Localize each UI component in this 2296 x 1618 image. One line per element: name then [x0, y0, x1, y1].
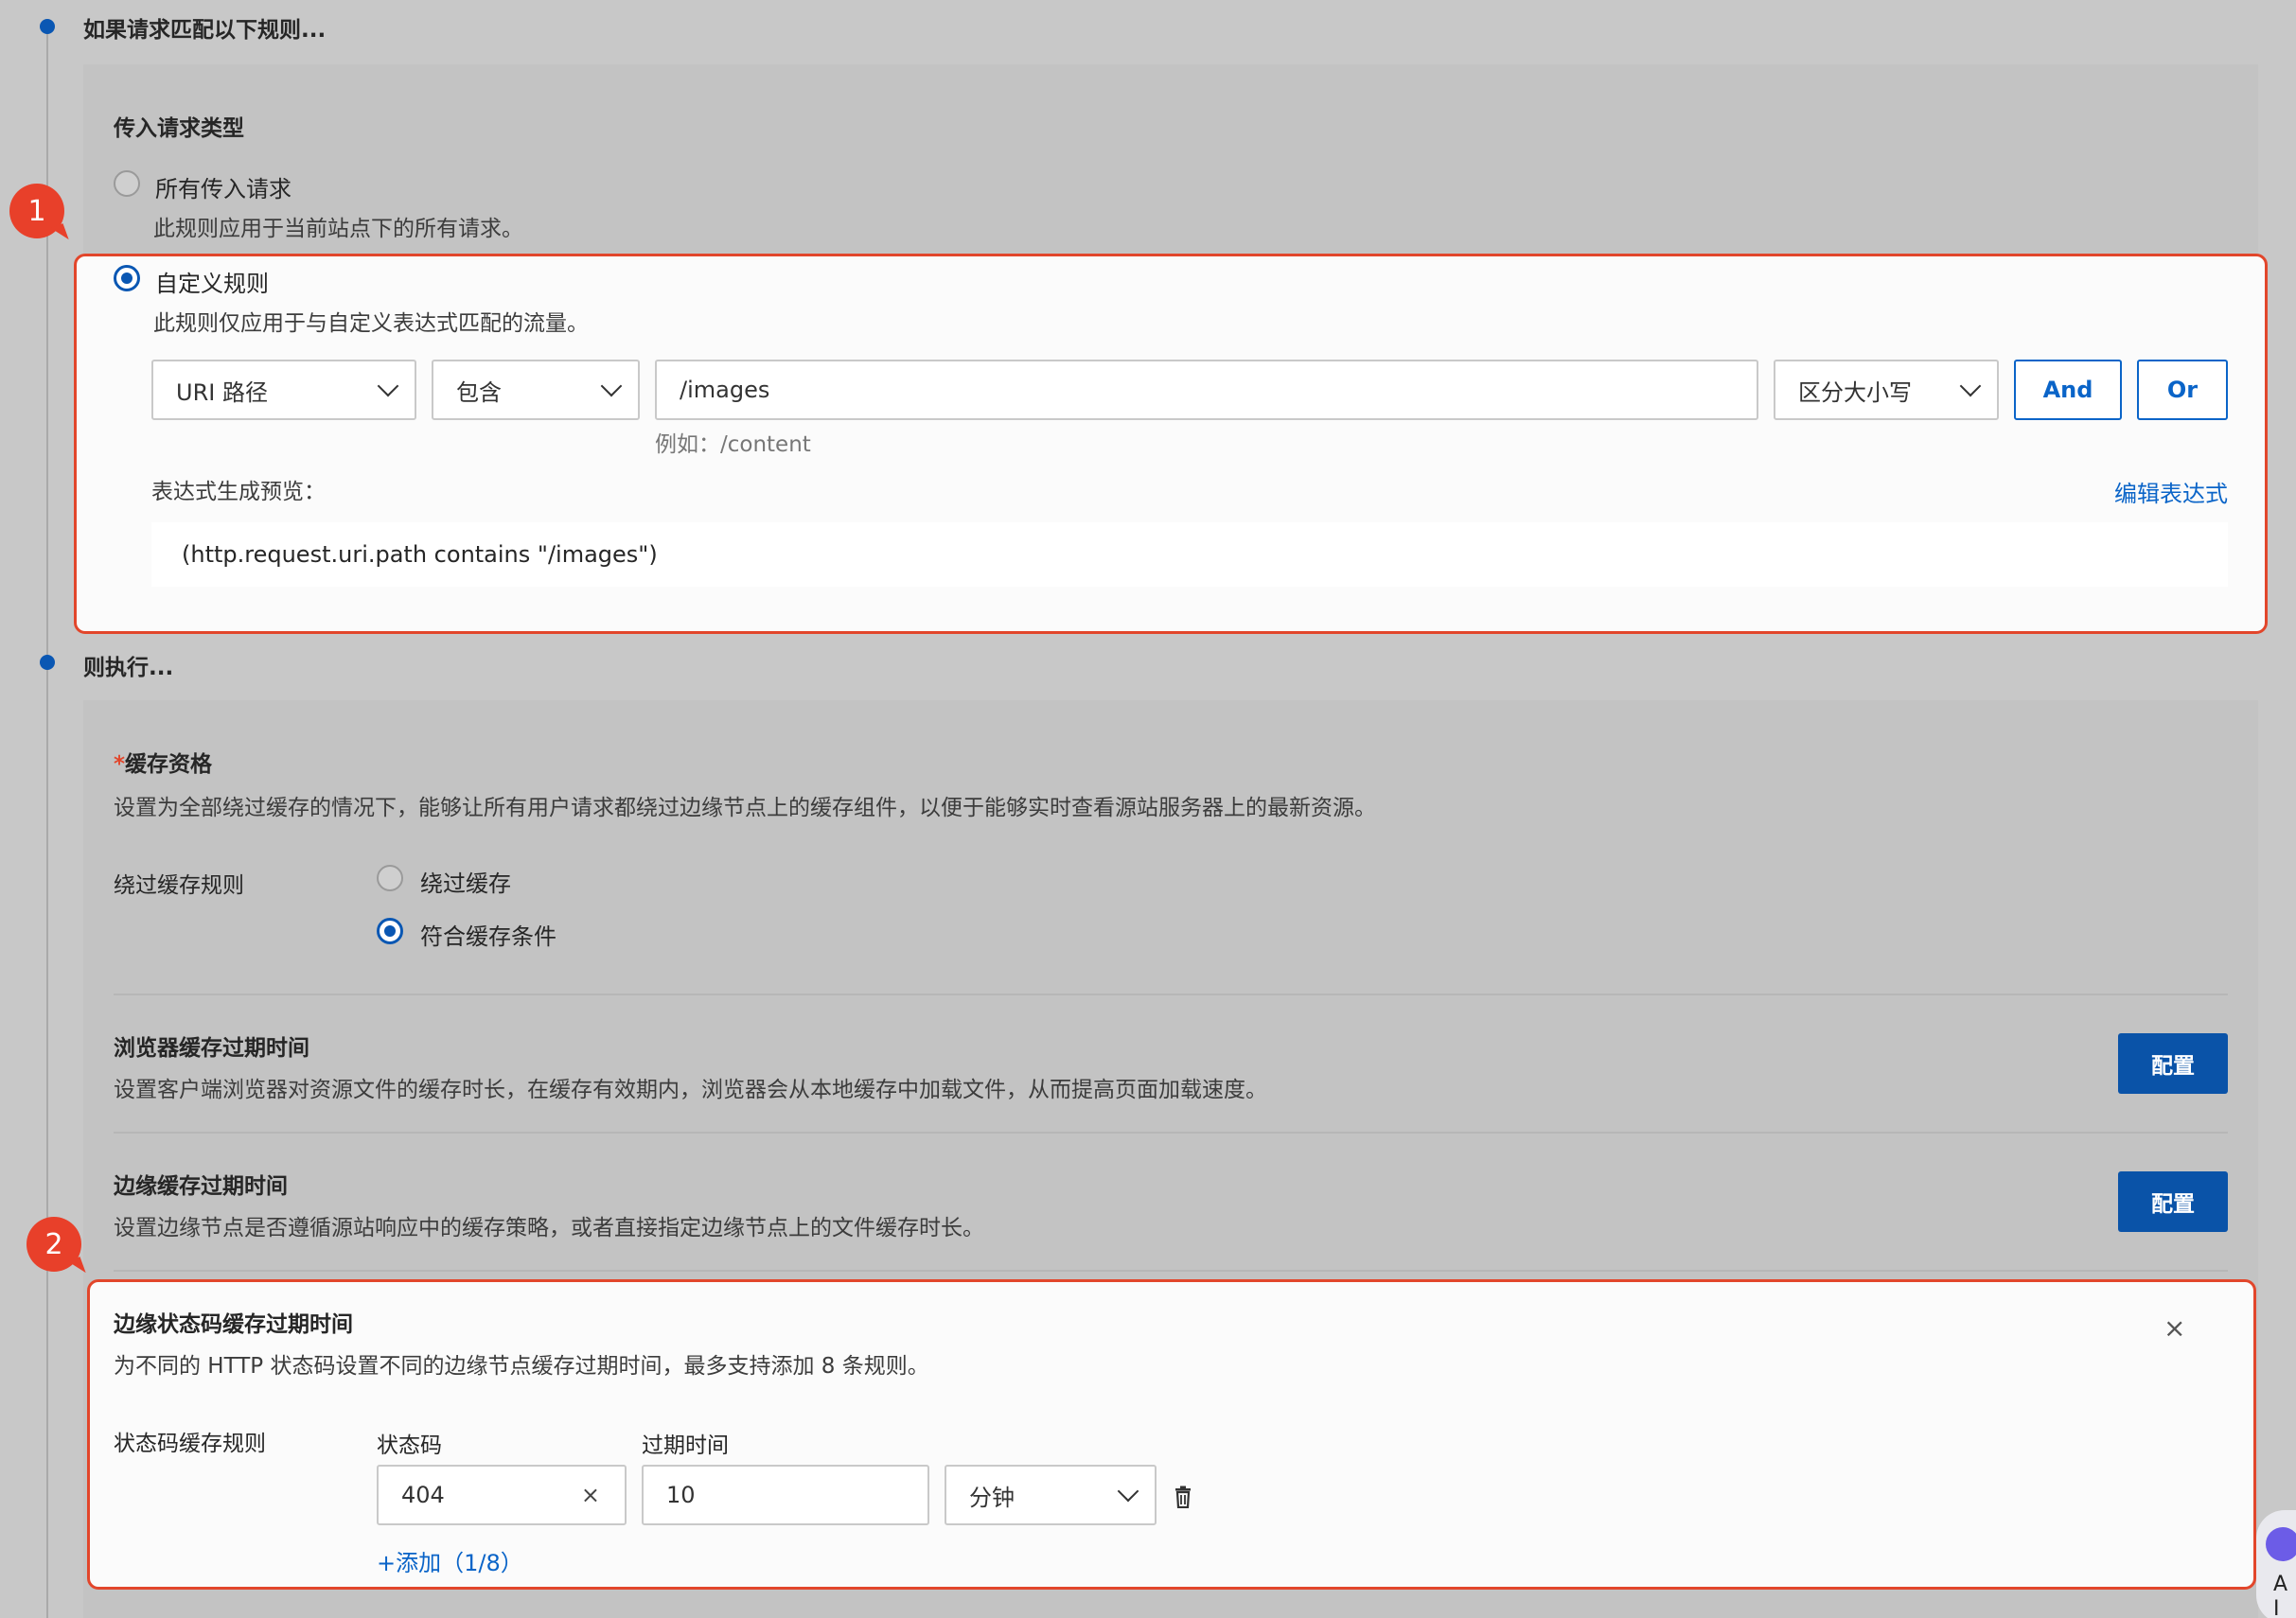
- trash-icon[interactable]: [1174, 1486, 1192, 1509]
- radio-bypass-cache[interactable]: [377, 865, 403, 891]
- field-select-value: URI 路径: [176, 378, 268, 406]
- radio-custom-rule-label[interactable]: 自定义规则: [155, 265, 269, 298]
- status-code-input[interactable]: 404 ×: [377, 1465, 627, 1525]
- case-select-value: 区分大小写: [1798, 378, 1912, 406]
- or-button[interactable]: Or: [2137, 360, 2228, 420]
- divider: [114, 994, 2228, 995]
- timeline-dot-then: [40, 655, 55, 670]
- time-unit-select[interactable]: 分钟: [945, 1465, 1157, 1525]
- radio-all-requests-label[interactable]: 所有传入请求: [155, 170, 291, 203]
- col-expire-header: 过期时间: [642, 1433, 729, 1458]
- col-status-header: 状态码: [377, 1433, 442, 1458]
- radio-eligible-cache-label[interactable]: 符合缓存条件: [420, 918, 556, 951]
- radio-bypass-cache-label[interactable]: 绕过缓存: [420, 865, 511, 898]
- value-input-text: /images: [680, 377, 770, 403]
- operator-select[interactable]: 包含: [432, 360, 640, 420]
- timeline-dot-if: [40, 19, 55, 34]
- then-section-title: 则执行...: [83, 656, 174, 680]
- cache-eligibility-title-text: 缓存资格: [125, 752, 213, 777]
- chevron-down-icon: [377, 375, 399, 397]
- annotation-badge-2: 2: [26, 1217, 81, 1272]
- close-icon[interactable]: ×: [2164, 1315, 2185, 1342]
- chevron-down-icon: [600, 375, 623, 397]
- expression-preview-box: (http.request.uri.path contains "/images…: [151, 522, 2228, 587]
- browser-ttl-desc: 设置客户端浏览器对资源文件的缓存时长，在缓存有效期内，浏览器会从本地缓存中加载文…: [114, 1078, 1267, 1102]
- edge-ttl-config-button[interactable]: 配置: [2118, 1171, 2228, 1232]
- expression-preview-label: 表达式生成预览：: [151, 480, 326, 504]
- edge-ttl-desc: 设置边缘节点是否遵循源站响应中的缓存策略，或者直接指定边缘节点上的文件缓存时长。: [114, 1216, 984, 1240]
- expression-text: (http.request.uri.path contains "/images…: [182, 541, 658, 568]
- ai-assistant-icon: [2266, 1527, 2296, 1561]
- operator-select-value: 包含: [456, 378, 502, 406]
- field-select[interactable]: URI 路径: [151, 360, 416, 420]
- browser-ttl-title: 浏览器缓存过期时间: [114, 1036, 309, 1061]
- status-code-rule-label: 状态码缓存规则: [114, 1432, 266, 1456]
- chevron-down-icon: [1959, 375, 1982, 397]
- browser-ttl-config-button[interactable]: 配置: [2118, 1033, 2228, 1094]
- timeline-line: [46, 28, 48, 1618]
- radio-eligible-cache[interactable]: [377, 918, 403, 944]
- radio-custom-rule-desc: 此规则仅应用于与自定义表达式匹配的流量。: [153, 311, 589, 336]
- cache-eligibility-title: *缓存资格: [114, 746, 212, 778]
- add-rule-link[interactable]: +添加（1/8）: [377, 1544, 523, 1577]
- ai-assistant-label: AI 助: [2273, 1573, 2288, 1618]
- and-button[interactable]: And: [2014, 360, 2122, 420]
- edit-expression-link[interactable]: 编辑表达式: [2114, 475, 2228, 508]
- value-input[interactable]: /images: [655, 360, 1758, 420]
- radio-all-requests-desc: 此规则应用于当前站点下的所有请求。: [153, 217, 523, 241]
- ai-assistant-button[interactable]: AI 助: [2256, 1510, 2296, 1618]
- required-mark: *: [114, 752, 126, 777]
- clear-icon[interactable]: ×: [581, 1482, 600, 1508]
- value-input-hint: 例如：/content: [655, 432, 811, 457]
- request-type-title: 传入请求类型: [114, 116, 244, 141]
- if-section-title: 如果请求匹配以下规则...: [83, 18, 327, 43]
- edge-ttl-title: 边缘缓存过期时间: [114, 1174, 288, 1199]
- status-code-ttl-title: 边缘状态码缓存过期时间: [114, 1312, 353, 1337]
- annotation-badge-1: 1: [9, 184, 64, 238]
- status-code-input-value: 404: [401, 1482, 445, 1508]
- divider: [114, 1270, 2228, 1272]
- cache-eligibility-desc: 设置为全部绕过缓存的情况下，能够让所有用户请求都绕过边缘节点上的缓存组件，以便于…: [114, 796, 1376, 820]
- divider: [114, 1132, 2228, 1134]
- case-select[interactable]: 区分大小写: [1774, 360, 1999, 420]
- status-code-ttl-desc: 为不同的 HTTP 状态码设置不同的边缘节点缓存过期时间，最多支持添加 8 条规…: [114, 1354, 929, 1379]
- radio-custom-rule[interactable]: [114, 265, 140, 291]
- expire-time-input[interactable]: 10: [642, 1465, 929, 1525]
- time-unit-select-value: 分钟: [969, 1484, 1015, 1511]
- radio-all-requests[interactable]: [114, 170, 140, 197]
- bypass-rule-label: 绕过缓存规则: [114, 873, 244, 898]
- expire-time-input-value: 10: [666, 1482, 696, 1508]
- chevron-down-icon: [1117, 1480, 1139, 1503]
